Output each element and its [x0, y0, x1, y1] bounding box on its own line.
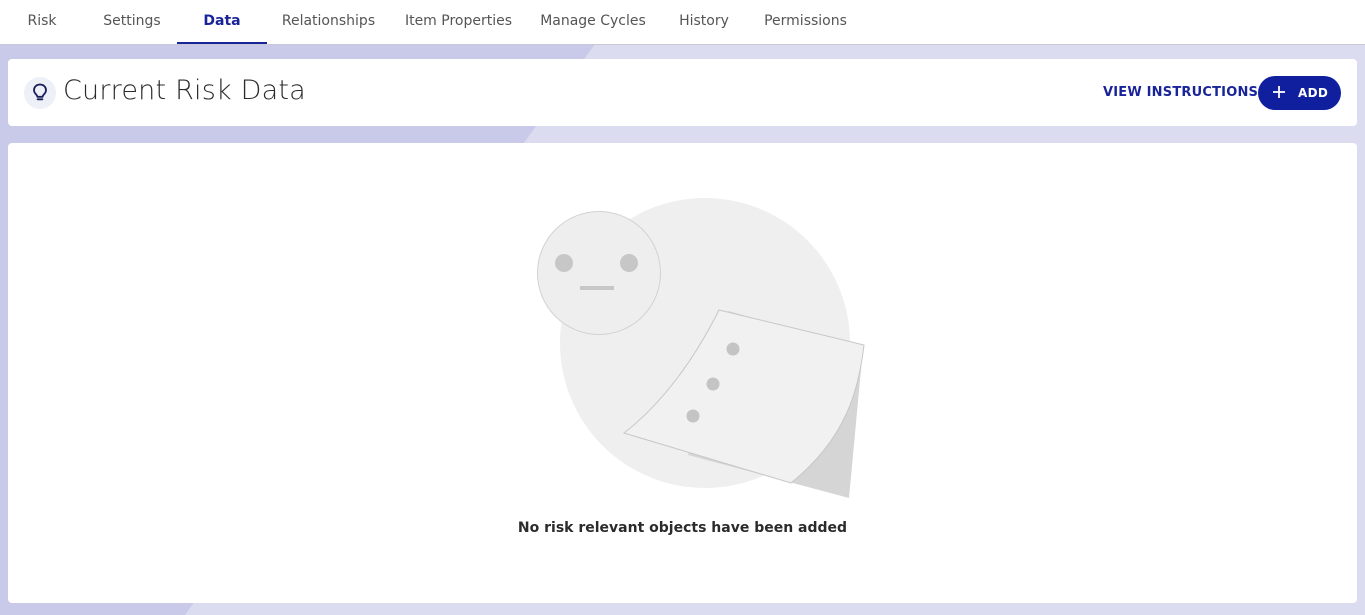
- data-panel: No risk relevant objects have been added: [8, 143, 1357, 603]
- page-title: Current Risk Data: [63, 75, 306, 106]
- tab-permissions[interactable]: Permissions: [757, 0, 854, 44]
- lightbulb-icon: [24, 77, 56, 109]
- add-button-label: ADD: [1298, 86, 1329, 100]
- page-header: Current Risk Data VIEW INSTRUCTIONS ADD: [8, 59, 1357, 126]
- tab-bar: Risk Settings Data Relationships Item Pr…: [0, 0, 1365, 45]
- tab-relationships[interactable]: Relationships: [276, 0, 381, 44]
- empty-state-message: No risk relevant objects have been added: [517, 520, 848, 536]
- tab-item-properties[interactable]: Item Properties: [398, 0, 519, 44]
- tab-settings[interactable]: Settings: [96, 0, 168, 44]
- tab-manage-cycles[interactable]: Manage Cycles: [535, 0, 651, 44]
- plus-icon: [1273, 86, 1285, 98]
- empty-state-illustration: [537, 198, 865, 498]
- tab-risk[interactable]: Risk: [18, 0, 66, 44]
- tab-data[interactable]: Data: [177, 0, 267, 44]
- view-instructions-link[interactable]: VIEW INSTRUCTIONS: [1103, 85, 1258, 100]
- tab-history[interactable]: History: [671, 0, 737, 44]
- add-button[interactable]: ADD: [1258, 76, 1341, 110]
